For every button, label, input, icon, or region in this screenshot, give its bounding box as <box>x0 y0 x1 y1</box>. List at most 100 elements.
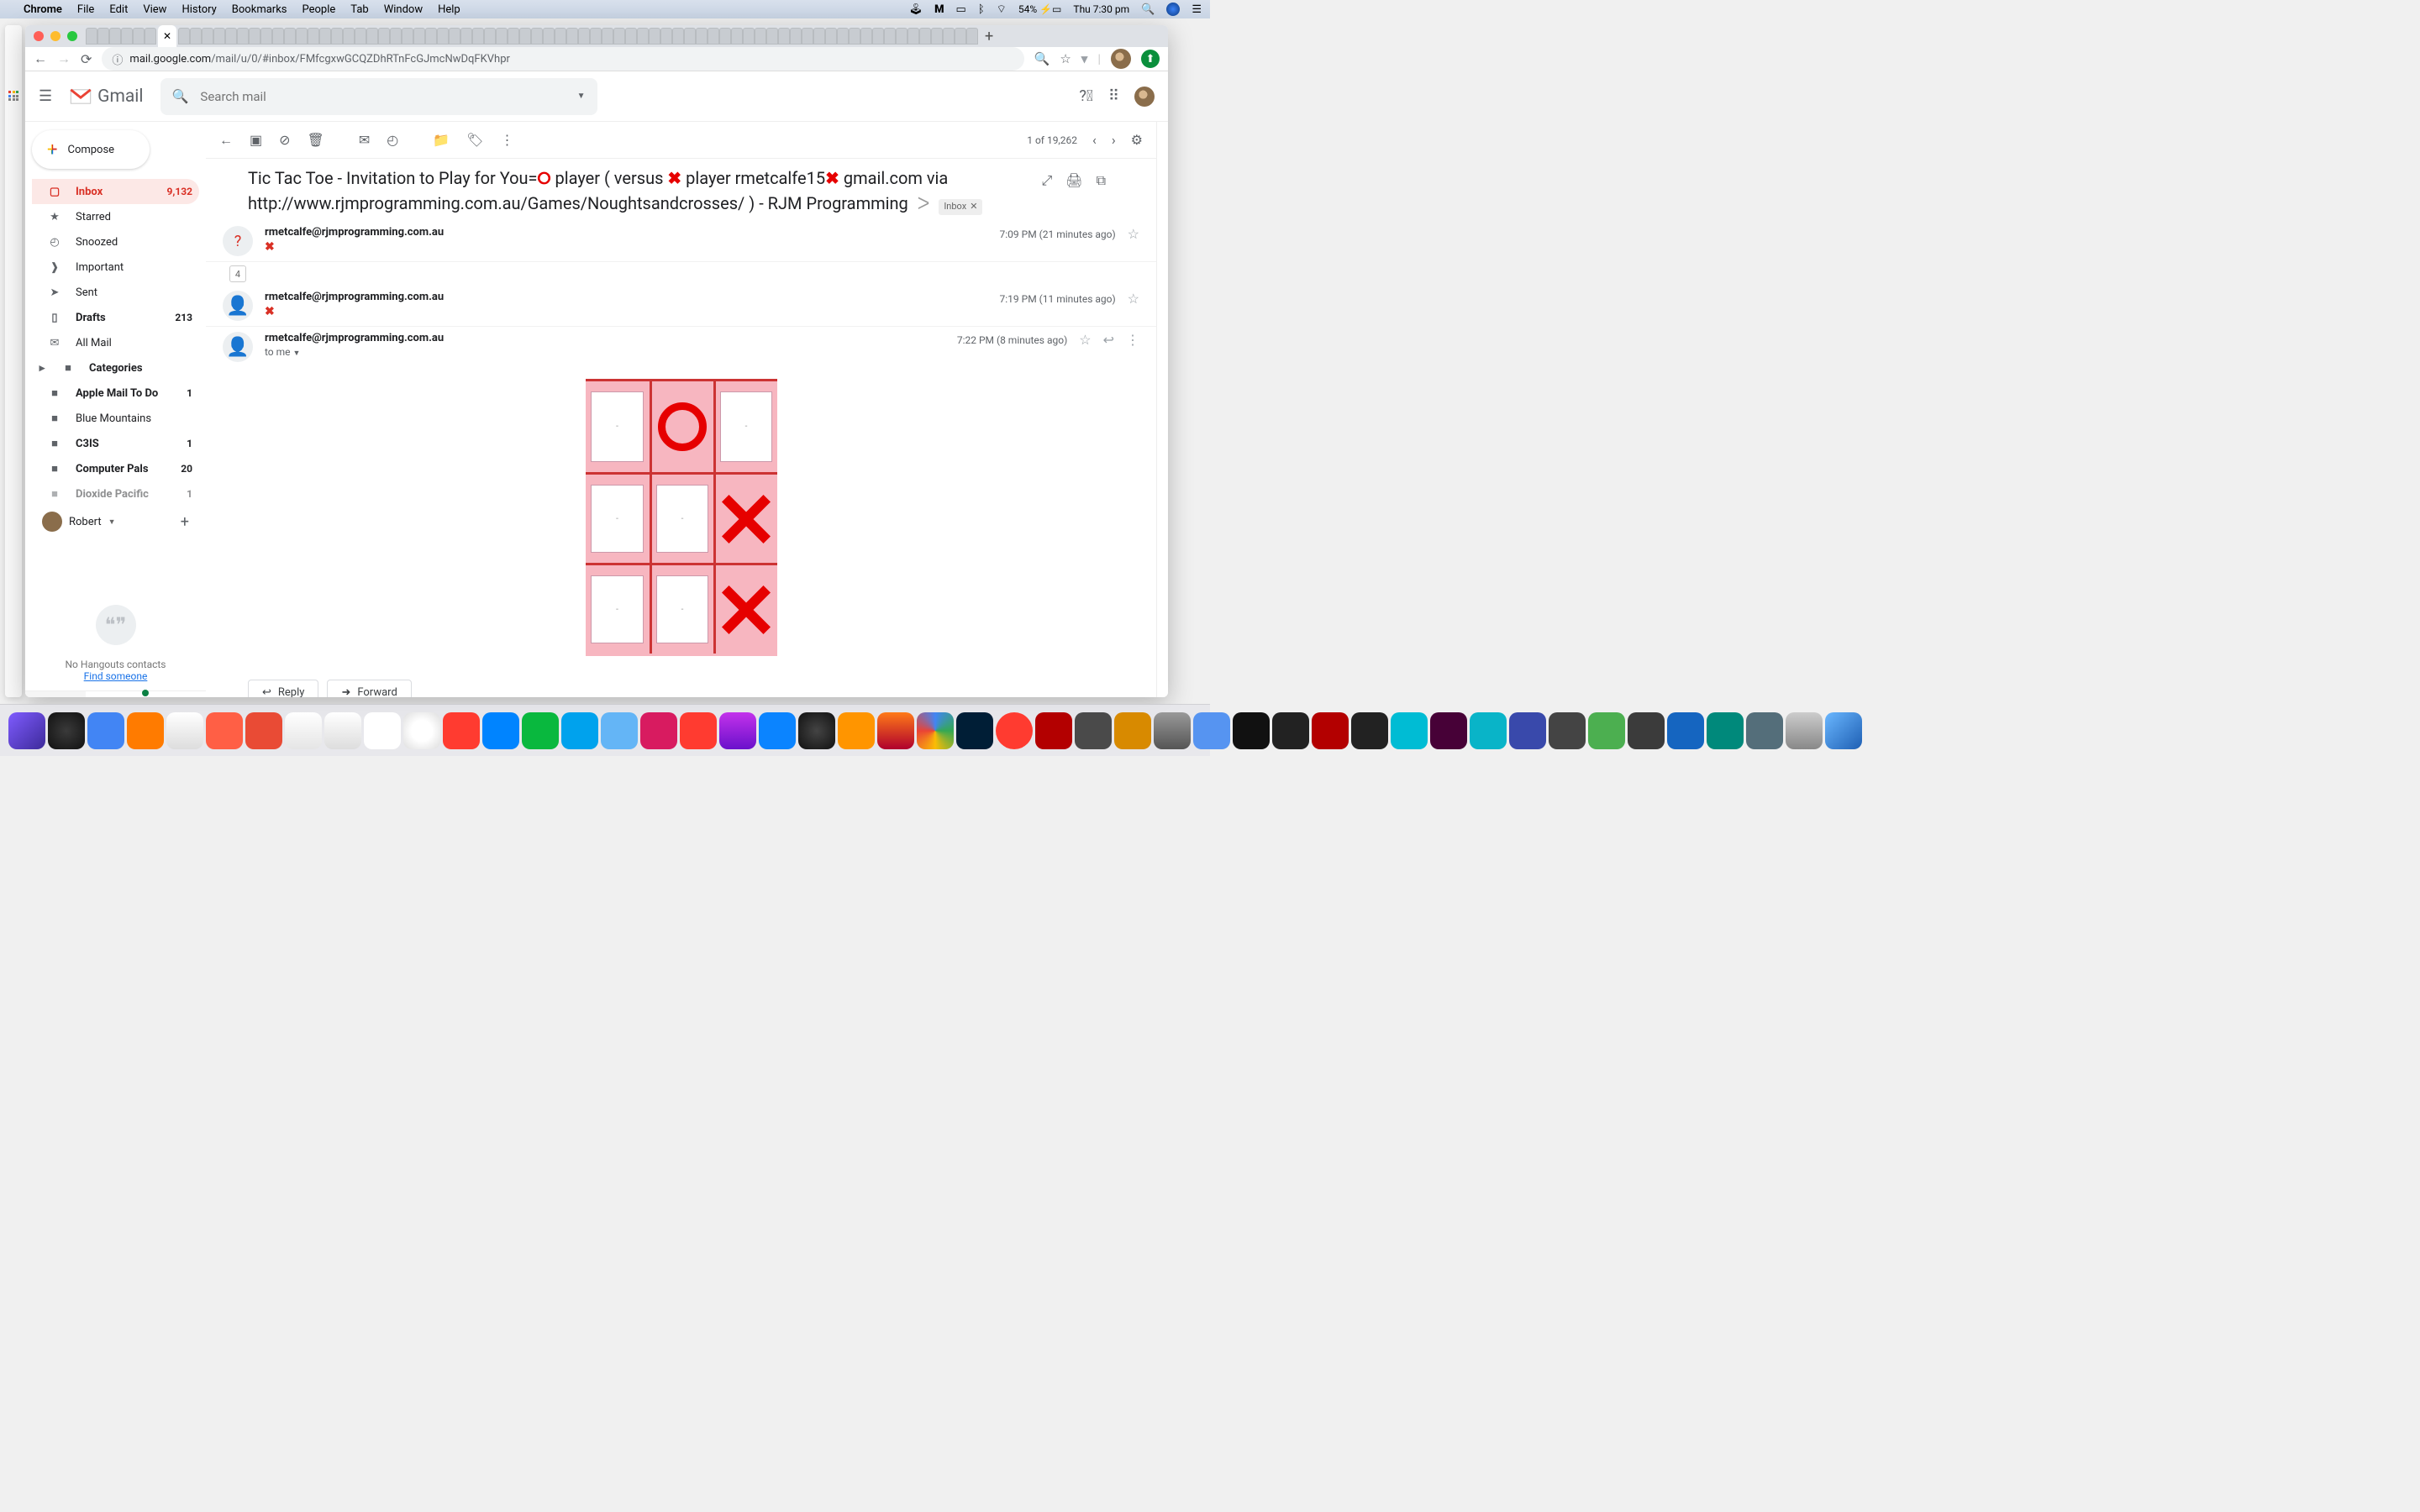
browser-tab[interactable] <box>943 28 955 45</box>
browser-tab[interactable] <box>519 28 531 45</box>
spam-icon[interactable]: ⊘ <box>279 132 290 148</box>
dock-app[interactable] <box>127 712 164 749</box>
browser-tab[interactable] <box>955 28 966 45</box>
browser-tab[interactable] <box>460 28 472 45</box>
status-m-icon[interactable]: M <box>934 3 944 16</box>
browser-tab[interactable] <box>449 28 460 45</box>
menu-file[interactable]: File <box>77 3 94 16</box>
menu-help[interactable]: Help <box>438 3 460 16</box>
browser-tab[interactable] <box>837 28 849 45</box>
dock-app[interactable] <box>759 712 796 749</box>
browser-tab[interactable] <box>402 28 413 45</box>
browser-tab[interactable] <box>849 28 860 45</box>
popout-icon[interactable]: ⧉ <box>1097 171 1106 191</box>
search-bar[interactable]: 🔍 ▼ <box>160 78 597 115</box>
board-cell-2-0[interactable] <box>586 563 650 654</box>
board-cell-2-2[interactable] <box>713 563 777 654</box>
nav-reload[interactable]: ⟳ <box>81 51 92 67</box>
status-wifi-icon[interactable]: ⌔ <box>997 3 1007 16</box>
bookmark-star-icon[interactable]: ☆ <box>1060 51 1071 66</box>
menubar-app-name[interactable]: Chrome <box>24 3 62 16</box>
menu-window[interactable]: Window <box>384 3 423 16</box>
dock-app[interactable] <box>206 712 243 749</box>
dock-app[interactable] <box>1667 712 1704 749</box>
browser-tab[interactable] <box>566 28 578 45</box>
important-marker-icon[interactable]: ᐳ <box>918 193 930 213</box>
account-avatar[interactable] <box>1134 87 1155 107</box>
dock-app[interactable] <box>838 712 875 749</box>
nav-starred[interactable]: ★Starred <box>32 204 199 229</box>
browser-tab[interactable] <box>790 28 802 45</box>
menu-tab[interactable]: Tab <box>350 3 368 16</box>
dock-app[interactable] <box>1430 712 1467 749</box>
dock-app[interactable] <box>1707 712 1744 749</box>
browser-tab[interactable] <box>190 28 202 45</box>
dock-app[interactable] <box>1786 712 1823 749</box>
dock-app[interactable] <box>1154 712 1191 749</box>
browser-tab[interactable] <box>613 28 625 45</box>
message-row[interactable]: 👤 rmetcalfe@rjmprogramming.com.au ✖ 7:19… <box>206 286 1156 327</box>
hangouts-calls-tab[interactable]: 📞 <box>145 691 206 697</box>
dock-app[interactable] <box>877 712 914 749</box>
nav-allmail[interactable]: ✉All Mail <box>32 330 199 355</box>
browser-tab[interactable] <box>178 28 190 45</box>
browser-tab[interactable] <box>696 28 708 45</box>
menu-history[interactable]: History <box>182 3 216 16</box>
browser-tab[interactable] <box>331 28 343 45</box>
dock-app[interactable] <box>1549 712 1586 749</box>
browser-tab[interactable] <box>133 28 145 45</box>
browser-tab[interactable] <box>425 28 437 45</box>
nav-drafts[interactable]: ▯Drafts213 <box>32 305 199 330</box>
archive-icon[interactable]: ▣ <box>250 132 262 148</box>
next-icon[interactable]: › <box>1112 132 1116 148</box>
browser-tab[interactable] <box>578 28 590 45</box>
browser-tab[interactable] <box>708 28 719 45</box>
browser-tab-active[interactable]: ✕ <box>158 25 176 47</box>
browser-tab[interactable] <box>625 28 637 45</box>
settings-gear-icon[interactable]: ⚙ <box>1131 132 1143 148</box>
dock-app[interactable] <box>561 712 598 749</box>
hangouts-user[interactable]: Robert▼ + <box>32 512 199 532</box>
delete-icon[interactable]: 🗑 <box>308 132 324 148</box>
move-icon[interactable]: 📁 <box>433 132 450 148</box>
browser-tab[interactable] <box>366 28 378 45</box>
browser-tab[interactable] <box>672 28 684 45</box>
dock-app[interactable] <box>8 712 45 749</box>
search-icon[interactable]: 🔍 <box>172 88 189 104</box>
dock-app[interactable] <box>917 712 954 749</box>
dock-app[interactable] <box>48 712 85 749</box>
browser-tab[interactable] <box>390 28 402 45</box>
browser-tab[interactable] <box>590 28 602 45</box>
browser-tab[interactable] <box>637 28 649 45</box>
dock-app[interactable] <box>1114 712 1151 749</box>
address-bar[interactable]: ⓘ mail.google.com/mail/u/0/#inbox/FMfcgx… <box>102 47 1023 71</box>
labels-icon[interactable]: 🏷 <box>466 132 483 148</box>
dock-app[interactable] <box>1351 712 1388 749</box>
nav-categories[interactable]: ▸■Categories <box>32 355 199 381</box>
browser-tab[interactable] <box>778 28 790 45</box>
profile-avatar[interactable] <box>1111 49 1131 69</box>
nav-label-comp[interactable]: ■Computer Pals20 <box>32 456 199 481</box>
dock-app[interactable] <box>1312 712 1349 749</box>
dock-app[interactable] <box>245 712 282 749</box>
browser-tab[interactable] <box>496 28 508 45</box>
side-panel-toggle[interactable]: ‹ <box>1156 122 1168 697</box>
nav-label-dioxide[interactable]: ■Dioxide Pacific1 <box>32 481 199 507</box>
more-icon[interactable]: ⋮ <box>1126 332 1139 348</box>
dock-app[interactable] <box>1509 712 1546 749</box>
browser-tab[interactable] <box>766 28 778 45</box>
browser-tab[interactable] <box>97 28 109 45</box>
browser-tab[interactable] <box>825 28 837 45</box>
dock-app[interactable] <box>1272 712 1309 749</box>
prev-icon[interactable]: ‹ <box>1092 132 1097 148</box>
new-chat-icon[interactable]: + <box>181 513 189 531</box>
nav-important[interactable]: ❱Important <box>32 255 199 280</box>
board-cell-2-1[interactable] <box>650 563 713 654</box>
compose-button[interactable]: + Compose <box>32 130 150 169</box>
forward-button[interactable]: ➜Forward <box>327 680 411 697</box>
status-siri-icon[interactable] <box>1166 3 1180 16</box>
nav-back[interactable]: ← <box>34 50 47 67</box>
browser-tab[interactable] <box>484 28 496 45</box>
board-cell-1-0[interactable] <box>586 472 650 563</box>
browser-tab[interactable] <box>731 28 743 45</box>
